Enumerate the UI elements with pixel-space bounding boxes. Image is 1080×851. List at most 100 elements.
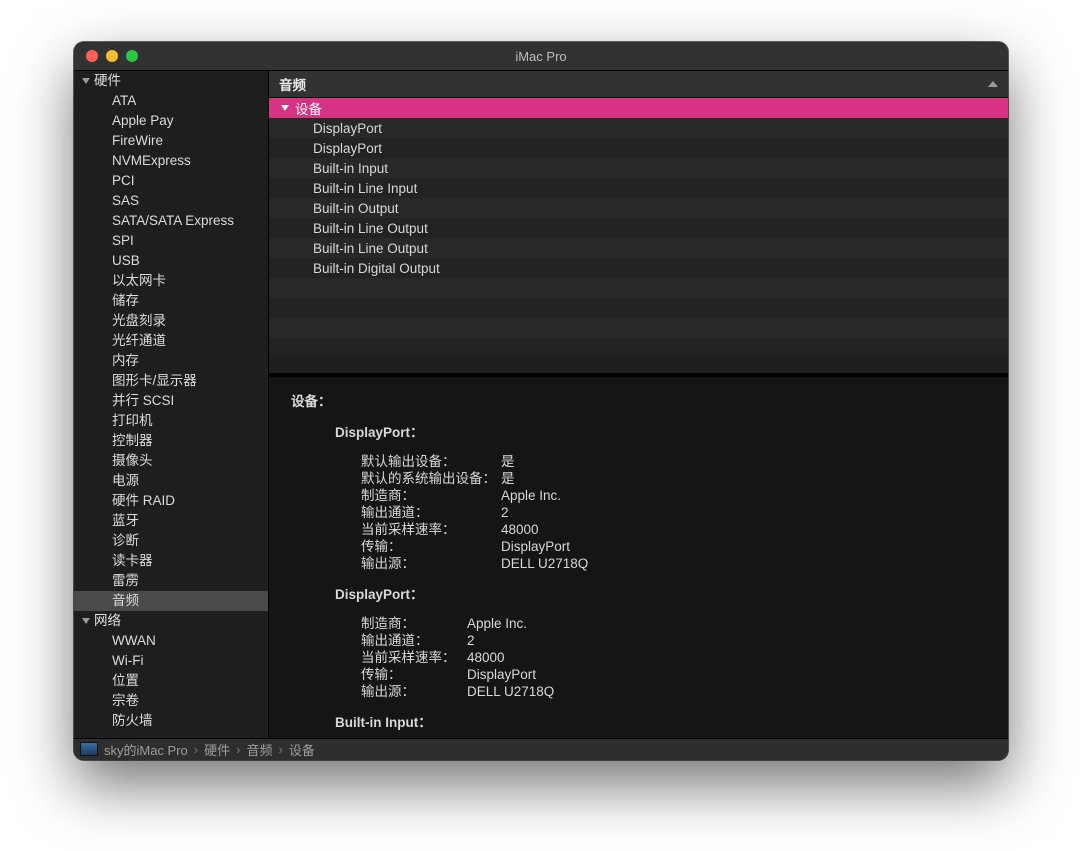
sidebar-item[interactable]: 并行 SCSI: [74, 391, 268, 411]
sidebar-item[interactable]: ATA: [74, 91, 268, 111]
device-row[interactable]: Built-in Line Input: [269, 178, 1008, 198]
chevron-down-icon: [82, 618, 90, 624]
sidebar-item[interactable]: 防火墙: [74, 711, 268, 731]
detail-value: DisplayPort: [501, 538, 570, 555]
sidebar-item[interactable]: FireWire: [74, 131, 268, 151]
panel-header[interactable]: 音频: [269, 71, 1008, 98]
detail-key: 制造商：: [361, 615, 467, 632]
sidebar-item[interactable]: 位置: [74, 671, 268, 691]
empty-row: [269, 338, 1008, 358]
sidebar-item[interactable]: 雷雳: [74, 571, 268, 591]
detail-kv-row: 当前采样速率：48000: [361, 521, 998, 538]
chevron-right-icon: ›: [236, 742, 240, 757]
device-row[interactable]: Built-in Input: [269, 158, 1008, 178]
sidebar-item[interactable]: 音频: [74, 591, 268, 611]
detail-value: Apple Inc.: [467, 615, 527, 632]
sidebar-item[interactable]: 硬件 RAID: [74, 491, 268, 511]
detail-heading: 设备：: [291, 393, 998, 410]
sidebar-item[interactable]: 以太网卡: [74, 271, 268, 291]
device-row[interactable]: Built-in Line Output: [269, 238, 1008, 258]
chevron-right-icon: ›: [279, 742, 283, 757]
zoom-icon[interactable]: [126, 50, 138, 62]
app-window: iMac Pro 硬件ATAApple PayFireWireNVMExpres…: [74, 42, 1008, 760]
detail-value: 2: [501, 504, 509, 521]
device-group-header[interactable]: 设备: [269, 98, 1008, 118]
caret-up-icon: [988, 81, 998, 87]
sidebar-item[interactable]: 光纤通道: [74, 331, 268, 351]
detail-value: 48000: [501, 521, 539, 538]
detail-pane[interactable]: 设备：DisplayPort：默认输出设备：是默认的系统输出设备：是制造商：Ap…: [269, 377, 1008, 738]
detail-value: DELL U2718Q: [467, 683, 554, 700]
sidebar-item[interactable]: 控制器: [74, 431, 268, 451]
sidebar-item[interactable]: 图形卡/显示器: [74, 371, 268, 391]
sidebar-item[interactable]: 宗卷: [74, 691, 268, 711]
sidebar-item[interactable]: SAS: [74, 191, 268, 211]
sidebar-item[interactable]: WWAN: [74, 631, 268, 651]
sidebar-item[interactable]: 储存: [74, 291, 268, 311]
sidebar-item[interactable]: 诊断: [74, 531, 268, 551]
sidebar-item[interactable]: 光盘刻录: [74, 311, 268, 331]
empty-row: [269, 318, 1008, 338]
sidebar-item[interactable]: PCI: [74, 171, 268, 191]
device-row[interactable]: Built-in Output: [269, 198, 1008, 218]
detail-key: 当前采样速率：: [361, 649, 467, 666]
computer-icon: [80, 742, 98, 756]
close-icon[interactable]: [86, 50, 98, 62]
detail-value: 是: [501, 453, 515, 470]
minimize-icon[interactable]: [106, 50, 118, 62]
empty-row: [269, 298, 1008, 318]
sidebar[interactable]: 硬件ATAApple PayFireWireNVMExpressPCISASSA…: [74, 71, 269, 738]
detail-kv-row: 输出源：DELL U2718Q: [361, 555, 998, 572]
detail-kv-row: 输出通道：2: [361, 632, 998, 649]
sidebar-item[interactable]: 蓝牙: [74, 511, 268, 531]
panel-header-label: 音频: [279, 74, 306, 94]
sidebar-section-header[interactable]: 网络: [74, 611, 268, 631]
sidebar-section-header[interactable]: 硬件: [74, 71, 268, 91]
detail-value: 2: [467, 632, 475, 649]
device-list[interactable]: 设备DisplayPortDisplayPortBuilt-in InputBu…: [269, 98, 1008, 377]
sidebar-item[interactable]: Apple Pay: [74, 111, 268, 131]
breadcrumb-item[interactable]: sky的iMac Pro: [104, 740, 188, 759]
breadcrumb-item[interactable]: 音频: [247, 740, 273, 759]
detail-kv-row: 当前采样速率：48000: [361, 649, 998, 666]
detail-value: DisplayPort: [467, 666, 536, 683]
sidebar-item[interactable]: SPI: [74, 231, 268, 251]
detail-kv-row: 制造商：Apple Inc.: [361, 487, 998, 504]
detail-kv-row: 默认的系统输出设备：是: [361, 470, 998, 487]
detail-key: 默认的系统输出设备：: [361, 470, 501, 487]
sidebar-item[interactable]: SATA/SATA Express: [74, 211, 268, 231]
detail-section-title: Built-in Input：: [335, 714, 998, 731]
main-panel: 音频 设备DisplayPortDisplayPortBuilt-in Inpu…: [269, 71, 1008, 738]
detail-key: 输出通道：: [361, 504, 501, 521]
sidebar-item[interactable]: USB: [74, 251, 268, 271]
device-row[interactable]: DisplayPort: [269, 118, 1008, 138]
detail-key: 当前采样速率：: [361, 521, 501, 538]
sidebar-section-label: 硬件: [94, 71, 121, 91]
breadcrumb: sky的iMac Pro›硬件›音频›设备: [74, 738, 1008, 761]
sidebar-item[interactable]: 摄像头: [74, 451, 268, 471]
device-row[interactable]: Built-in Digital Output: [269, 258, 1008, 278]
breadcrumb-item[interactable]: 设备: [289, 740, 315, 759]
detail-value: 48000: [467, 649, 505, 666]
sidebar-item[interactable]: 内存: [74, 351, 268, 371]
titlebar: iMac Pro: [74, 42, 1008, 71]
detail-key: 输出源：: [361, 683, 467, 700]
sidebar-item[interactable]: 电源: [74, 471, 268, 491]
sidebar-item[interactable]: 打印机: [74, 411, 268, 431]
sidebar-item[interactable]: Wi-Fi: [74, 651, 268, 671]
empty-row: [269, 278, 1008, 298]
window-title: iMac Pro: [74, 49, 1008, 64]
detail-kv-row: 传输：DisplayPort: [361, 538, 998, 555]
detail-key: 默认输出设备：: [361, 453, 501, 470]
chevron-down-icon: [281, 105, 289, 111]
detail-kv-row: 制造商：Apple Inc.: [361, 615, 998, 632]
breadcrumb-item[interactable]: 硬件: [204, 740, 230, 759]
sidebar-item[interactable]: 读卡器: [74, 551, 268, 571]
sidebar-item[interactable]: NVMExpress: [74, 151, 268, 171]
window-controls: [74, 50, 138, 62]
detail-value: 是: [501, 470, 515, 487]
detail-kv-row: 默认输出设备：是: [361, 453, 998, 470]
device-row[interactable]: DisplayPort: [269, 138, 1008, 158]
detail-section-title: DisplayPort：: [335, 424, 998, 441]
device-row[interactable]: Built-in Line Output: [269, 218, 1008, 238]
